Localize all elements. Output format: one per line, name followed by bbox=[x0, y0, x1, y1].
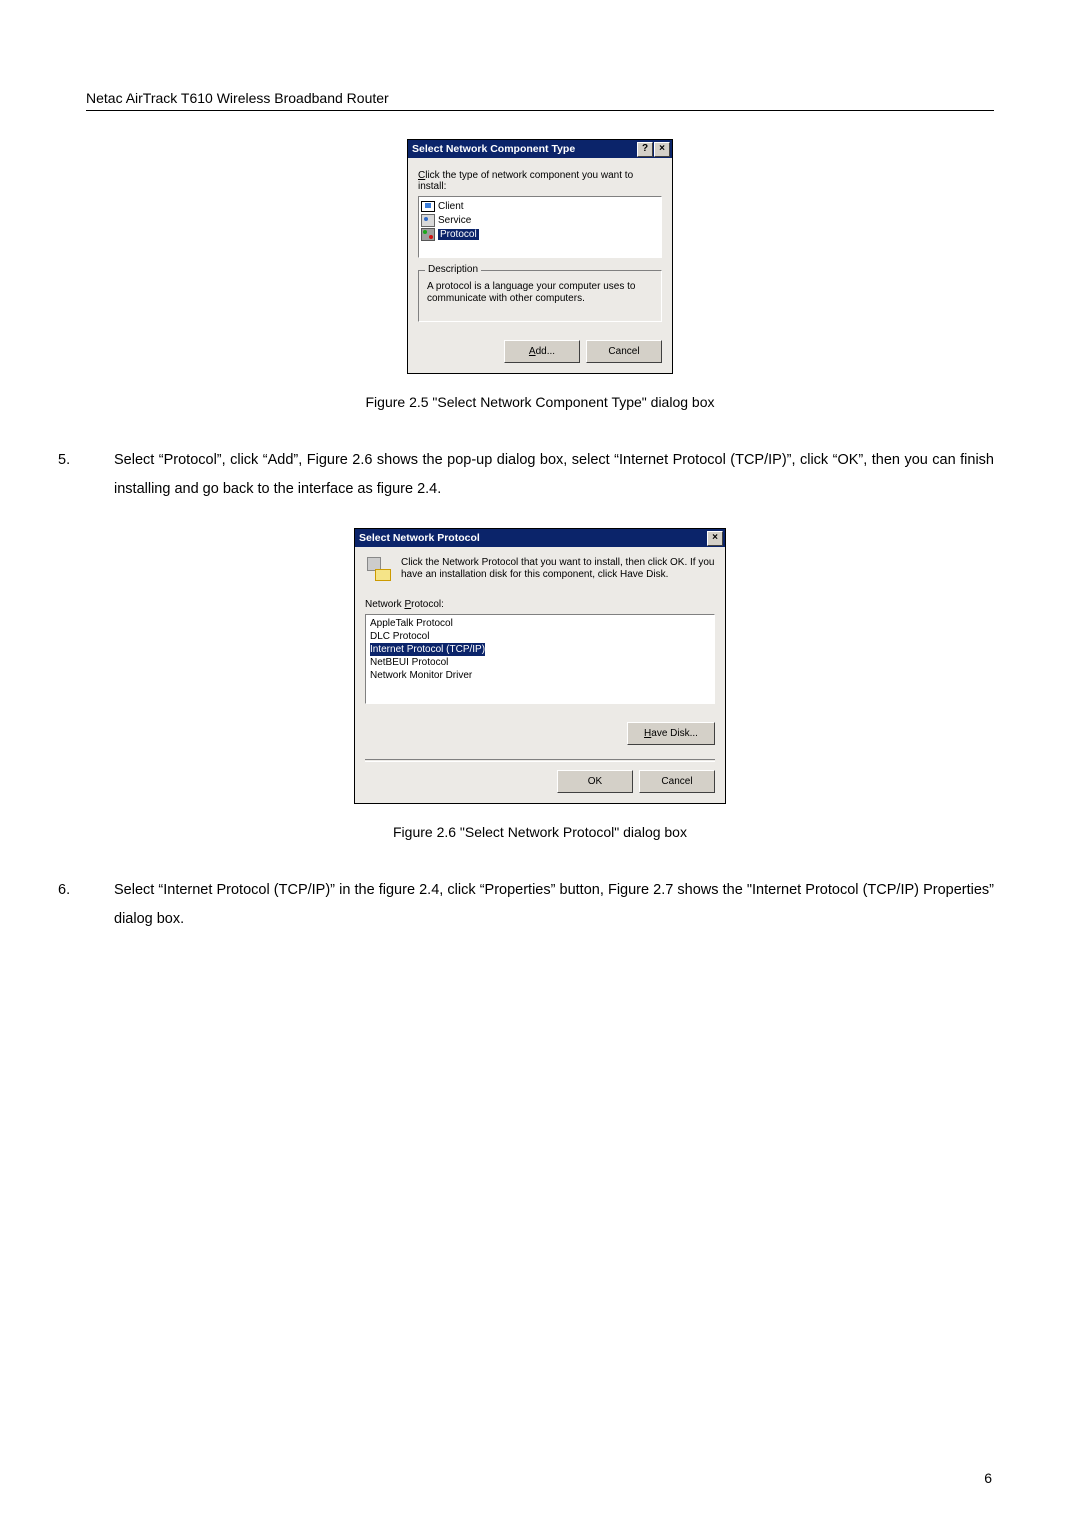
description-group: Description A protocol is a language you… bbox=[418, 270, 662, 322]
separator bbox=[365, 759, 715, 762]
dialog1-titlebar: Select Network Component Type ? × bbox=[408, 140, 672, 158]
dialog2-instruction: Click the Network Protocol that you want… bbox=[401, 557, 715, 583]
dialog2-title: Select Network Protocol bbox=[359, 532, 706, 544]
figure-2-5-caption: Figure 2.5 "Select Network Component Typ… bbox=[86, 394, 994, 410]
protocol-list-label: Network Protocol: bbox=[365, 599, 715, 610]
list-item-tcpip[interactable]: Internet Protocol (TCP/IP) bbox=[368, 643, 712, 656]
list-item-service[interactable]: Service bbox=[421, 213, 659, 227]
dialog1-instruction: Click the type of network component you … bbox=[418, 170, 662, 192]
dialog-network-protocol: Select Network Protocol × Click the Netw… bbox=[354, 528, 726, 804]
dialog-component-type: Select Network Component Type ? × Click … bbox=[407, 139, 673, 374]
list-item-dlc[interactable]: DLC Protocol bbox=[368, 630, 712, 643]
help-button[interactable]: ? bbox=[637, 142, 653, 157]
component-type-list[interactable]: Client Service Protocol bbox=[418, 196, 662, 258]
description-text: A protocol is a language your computer u… bbox=[427, 281, 653, 305]
protocol-list[interactable]: AppleTalk Protocol DLC Protocol Internet… bbox=[365, 614, 715, 704]
step-6-text: 6.Select “Internet Protocol (TCP/IP)” in… bbox=[86, 876, 994, 934]
list-item-monitor[interactable]: Network Monitor Driver bbox=[368, 669, 712, 682]
step-5-text: 5.Select “Protocol”, click “Add”, Figure… bbox=[86, 446, 994, 504]
description-legend: Description bbox=[425, 264, 481, 275]
cancel-button[interactable]: Cancel bbox=[639, 770, 715, 793]
protocol-icon bbox=[421, 228, 435, 241]
close-button[interactable]: × bbox=[707, 531, 723, 546]
ok-button[interactable]: OK bbox=[557, 770, 633, 793]
list-item-netbeui[interactable]: NetBEUI Protocol bbox=[368, 656, 712, 669]
page-number: 6 bbox=[984, 1470, 992, 1486]
client-icon bbox=[421, 201, 435, 212]
list-item-protocol[interactable]: Protocol bbox=[421, 227, 659, 241]
protocol-wizard-icon bbox=[365, 557, 391, 583]
list-item-appletalk[interactable]: AppleTalk Protocol bbox=[368, 617, 712, 630]
add-button[interactable]: Add... bbox=[504, 340, 580, 363]
service-icon bbox=[421, 214, 435, 227]
dialog2-titlebar: Select Network Protocol × bbox=[355, 529, 725, 547]
dialog1-title: Select Network Component Type bbox=[412, 143, 636, 155]
have-disk-button[interactable]: Have Disk... bbox=[627, 722, 715, 745]
list-item-client[interactable]: Client bbox=[421, 199, 659, 213]
figure-2-6-caption: Figure 2.6 "Select Network Protocol" dia… bbox=[86, 824, 994, 840]
close-button[interactable]: × bbox=[654, 142, 670, 157]
page-header: Netac AirTrack T610 Wireless Broadband R… bbox=[86, 90, 994, 111]
cancel-button[interactable]: Cancel bbox=[586, 340, 662, 363]
